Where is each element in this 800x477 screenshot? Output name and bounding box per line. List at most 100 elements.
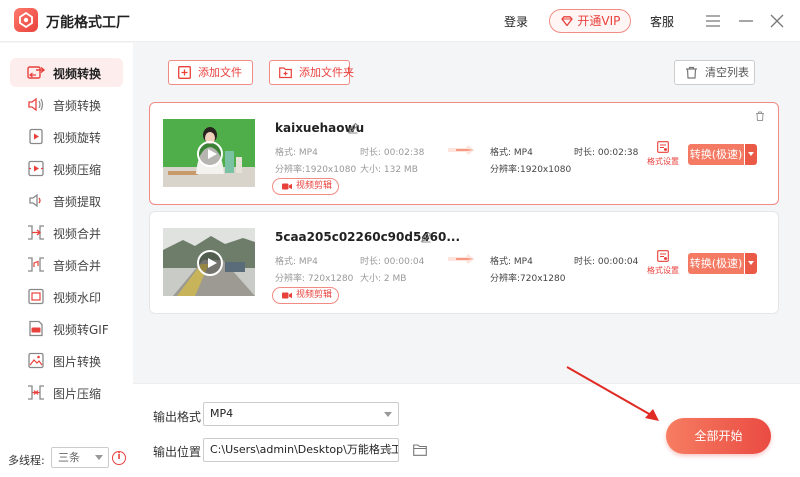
source-format: 格式: MP4 xyxy=(275,257,318,267)
video-thumbnail[interactable] xyxy=(163,228,255,296)
sidebar-item-label: 视频合并 xyxy=(53,227,102,241)
video-clip-label: 视频剪辑 xyxy=(296,181,333,191)
file-card[interactable]: kaixuehaowu 格式: MP4 时长: 00:02:38 分辨率:192… xyxy=(149,102,779,205)
format-settings-button[interactable]: 格式设置 xyxy=(647,141,679,171)
sidebar-item-image-convert[interactable]: 图片转换 xyxy=(10,346,123,375)
video-camera-icon xyxy=(282,292,292,299)
sidebar-item-label: 图片转换 xyxy=(53,355,102,369)
diamond-icon xyxy=(560,11,574,33)
sidebar-item-label: 音频转换 xyxy=(53,99,102,113)
format-settings-button[interactable]: 格式设置 xyxy=(647,250,679,280)
source-duration: 时长: 00:02:38 xyxy=(360,148,425,158)
format-settings-label: 格式设置 xyxy=(647,157,679,166)
sidebar-item-audio-merge[interactable]: 音频合并 xyxy=(10,250,123,279)
play-icon[interactable] xyxy=(197,141,223,167)
sidebar-item-video-merge[interactable]: 视频合并 xyxy=(10,218,123,247)
trash-icon xyxy=(686,66,697,79)
video-thumbnail[interactable] xyxy=(163,119,255,187)
output-format-select[interactable]: MP4 xyxy=(203,402,399,426)
app-title: 万能格式工厂 xyxy=(46,15,130,31)
source-resolution: 分辨率: 720x1280 xyxy=(275,274,354,284)
minimize-icon[interactable] xyxy=(737,12,755,30)
video-clip-button[interactable]: 视频剪辑 xyxy=(272,287,339,304)
audio-extract-icon xyxy=(29,193,41,208)
format-settings-label: 格式设置 xyxy=(647,266,679,275)
sidebar-item-video-convert[interactable]: 视频转换 xyxy=(10,58,123,87)
sidebar-item-video-watermark[interactable]: 视频水印 xyxy=(10,282,123,311)
convert-button[interactable]: 转换(极速) xyxy=(688,144,744,165)
clear-list-button[interactable]: 清空列表 xyxy=(674,60,755,85)
plus-square-icon xyxy=(178,66,191,79)
customer-service-link[interactable]: 客服 xyxy=(650,13,674,30)
video-watermark-icon xyxy=(28,288,44,305)
add-file-label: 添加文件 xyxy=(198,66,242,79)
add-folder-label: 添加文件夹 xyxy=(299,66,354,79)
audio-convert-icon xyxy=(28,97,44,112)
output-settings-panel: 输出格式 MP4 输出位置 C:\Users\admin\Desktop\万能格… xyxy=(133,383,800,477)
app-logo-icon xyxy=(14,8,38,32)
convert-button[interactable]: 转换(极速) xyxy=(688,253,744,274)
sidebar-item-label: 音频提取 xyxy=(53,195,102,209)
threads-label: 多线程: xyxy=(8,454,45,467)
menu-icon[interactable] xyxy=(704,12,722,30)
output-duration: 时长: 00:02:38 xyxy=(574,148,639,158)
output-duration: 时长: 00:00:04 xyxy=(574,257,639,267)
add-file-button[interactable]: 添加文件 xyxy=(168,60,253,85)
sidebar-item-video-rotate[interactable]: 视频旋转 xyxy=(10,122,123,151)
sidebar-item-video-compress[interactable]: 视频压缩 xyxy=(10,154,123,183)
output-format: 格式: MP4 xyxy=(490,148,533,158)
output-format-value: MP4 xyxy=(210,407,234,420)
sidebar: 视频转换 音频转换 视频旋转 视频压缩 音频提取 视频合并 音频合并 视频水印 … xyxy=(0,43,133,477)
output-path-label: 输出位置 xyxy=(153,445,202,459)
sidebar-item-audio-extract[interactable]: 音频提取 xyxy=(10,186,123,215)
convert-arrow-icon xyxy=(448,254,474,264)
file-card[interactable]: 5caa205c02260c90d5460... 格式: MP4 时长: 00:… xyxy=(149,211,779,314)
sidebar-item-audio-convert[interactable]: 音频转换 xyxy=(10,90,123,119)
output-resolution: 分辨率:720x1280 xyxy=(490,274,566,284)
sidebar-item-label: 图片压缩 xyxy=(53,387,102,401)
output-format-label: 输出格式 xyxy=(153,410,202,424)
source-size: 大小: 132 MB xyxy=(360,165,418,175)
start-all-button[interactable]: 全部开始 xyxy=(666,418,771,454)
chevron-down-icon xyxy=(95,455,103,460)
pencil-icon[interactable] xyxy=(347,122,359,134)
video-camera-icon xyxy=(282,183,292,190)
sidebar-item-label: 视频转GIF xyxy=(53,323,109,337)
threads-select[interactable]: 三条 xyxy=(51,447,109,468)
sidebar-item-image-compress[interactable]: 图片压缩 xyxy=(10,378,123,407)
main-panel: 添加文件 添加文件夹 清空列表 kaixuehaowu 格式: MP4 时长: xyxy=(133,43,800,477)
close-icon[interactable] xyxy=(768,12,786,30)
source-size: 大小: 2 MB xyxy=(360,274,407,284)
output-resolution: 分辨率:1920x1080 xyxy=(490,165,572,175)
login-link[interactable]: 登录 xyxy=(504,13,528,30)
sidebar-item-label: 音频合并 xyxy=(53,259,102,273)
sidebar-item-video-gif[interactable]: 视频转GIF xyxy=(10,314,123,343)
format-settings-icon xyxy=(657,250,669,262)
folder-open-icon[interactable] xyxy=(413,444,427,456)
source-format: 格式: MP4 xyxy=(275,148,318,158)
convert-dropdown-button[interactable] xyxy=(744,253,757,274)
image-convert-icon xyxy=(28,352,44,369)
convert-dropdown-button[interactable] xyxy=(744,144,757,165)
chevron-down-icon xyxy=(384,448,392,453)
source-duration: 时长: 00:00:04 xyxy=(360,257,425,267)
video-clip-button[interactable]: 视频剪辑 xyxy=(272,178,339,195)
delete-icon[interactable] xyxy=(755,111,765,121)
source-resolution: 分辨率:1920x1080 xyxy=(275,165,357,175)
vip-button[interactable]: 开通VIP xyxy=(549,9,631,33)
add-folder-button[interactable]: 添加文件夹 xyxy=(269,60,354,85)
video-rotate-icon xyxy=(29,128,43,145)
file-name: 5caa205c02260c90d5460... xyxy=(275,230,461,244)
convert-arrow-icon xyxy=(448,145,474,155)
audio-merge-icon xyxy=(28,257,44,272)
title-bar: 万能格式工厂 登录 开通VIP 客服 xyxy=(0,0,800,42)
output-path-select[interactable]: C:\Users\admin\Desktop\万能格式工厂 xyxy=(203,438,399,462)
format-settings-icon xyxy=(657,141,669,153)
vip-label: 开通VIP xyxy=(577,14,621,28)
pencil-icon[interactable] xyxy=(420,231,432,243)
sidebar-item-label: 视频压缩 xyxy=(53,163,102,177)
info-icon[interactable]: i xyxy=(112,451,126,465)
sidebar-item-label: 视频水印 xyxy=(53,291,102,305)
play-icon[interactable] xyxy=(197,250,223,276)
video-merge-icon xyxy=(28,225,44,240)
